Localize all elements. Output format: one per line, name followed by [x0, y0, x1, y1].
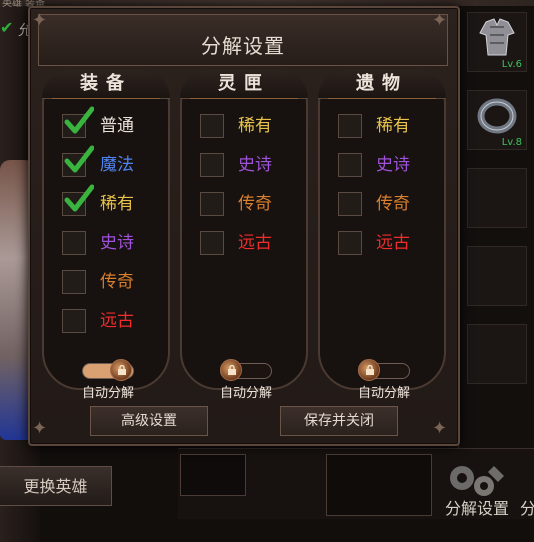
checkbox[interactable]: [200, 153, 224, 177]
corner-ornament-icon: ✦: [32, 10, 48, 31]
corner-ornament-icon: ✦: [432, 10, 448, 31]
inventory-slot-empty[interactable]: [467, 246, 527, 306]
rarity-option[interactable]: 远古: [62, 309, 162, 337]
inventory-slot-armor[interactable]: Lv.6: [467, 12, 527, 72]
checkbox[interactable]: [62, 231, 86, 255]
checkbox[interactable]: [62, 309, 86, 333]
lock-icon: [366, 365, 374, 375]
rarity-label: 史诗: [376, 155, 410, 175]
checkbox[interactable]: [200, 231, 224, 255]
inventory-panel: Lv.6 Lv.8: [458, 8, 534, 458]
column-title-divider: [52, 98, 160, 99]
rarity-label: 远古: [100, 311, 134, 331]
background-check-icon: ✔: [0, 18, 14, 37]
column-title: 遗物: [318, 70, 446, 99]
column-title-divider: [328, 98, 436, 99]
advanced-settings-button[interactable]: 高级设置: [90, 406, 208, 436]
rarity-option[interactable]: 稀有: [62, 184, 162, 220]
lock-icon: [118, 365, 126, 375]
toggle-label: 自动分解: [219, 386, 272, 401]
rarity-label: 稀有: [100, 194, 134, 214]
rarity-option[interactable]: 传奇: [338, 192, 438, 220]
rarity-label: 稀有: [376, 116, 410, 136]
rarity-label: 普通: [100, 116, 134, 136]
rarity-label: 传奇: [100, 272, 134, 292]
rarity-option[interactable]: 稀有: [200, 114, 300, 142]
checkbox[interactable]: [62, 270, 86, 294]
check-icon: [64, 184, 94, 212]
rarity-label: 稀有: [238, 116, 272, 136]
checkbox[interactable]: [200, 114, 224, 138]
column-spirit-box: 灵匣 稀有史诗传奇远古 自动分解: [180, 70, 308, 401]
rarity-option[interactable]: 史诗: [62, 231, 162, 259]
save-and-close-button[interactable]: 保存并关闭: [280, 406, 398, 436]
dialog-title-bar: 分解设置: [38, 14, 448, 66]
checkbox[interactable]: [338, 153, 362, 177]
rarity-label: 魔法: [100, 155, 134, 175]
checkbox[interactable]: [338, 114, 362, 138]
checkbox[interactable]: [200, 192, 224, 216]
checkbox[interactable]: [338, 192, 362, 216]
decompose-settings-partial: 分: [520, 499, 534, 518]
check-icon: [64, 145, 94, 173]
inventory-level: Lv.6: [501, 59, 522, 70]
rarity-option[interactable]: 传奇: [62, 270, 162, 298]
auto-decompose-toggle[interactable]: [358, 359, 410, 381]
check-icon: [64, 106, 94, 134]
armor-icon: [479, 18, 515, 56]
decompose-settings-dialog: 分解设置 ✦ ✦ ✦ ✦ 装备 普通 魔法 稀有 史诗 传奇 远古 自动分解 灵匣 稀有史…: [28, 6, 460, 446]
corner-ornament-icon: ✦: [32, 418, 48, 439]
column-title-divider: [190, 98, 298, 99]
rarity-option[interactable]: 史诗: [338, 153, 438, 181]
rarity-option[interactable]: 普通: [62, 106, 162, 142]
inventory-level: Lv.8: [501, 137, 522, 148]
inventory-slot-ring[interactable]: Lv.8: [467, 90, 527, 150]
ring-icon: [477, 98, 517, 134]
auto-decompose-toggle[interactable]: [82, 359, 134, 381]
toggle-knob: [358, 359, 380, 381]
rarity-option[interactable]: 史诗: [200, 153, 300, 181]
toggle-label: 自动分解: [357, 386, 410, 401]
rarity-option[interactable]: 远古: [200, 231, 300, 259]
rarity-label: 远古: [238, 233, 272, 253]
bottom-slot-large: [326, 454, 432, 516]
change-hero-button[interactable]: 更换英雄: [0, 466, 112, 506]
column-equipment: 装备 普通魔法稀有史诗传奇远古 自动分解: [42, 70, 170, 401]
toggle-label: 自动分解: [81, 386, 134, 401]
inventory-slot-empty[interactable]: [467, 324, 527, 384]
toggle-knob: [110, 359, 132, 381]
corner-ornament-icon: ✦: [432, 418, 448, 439]
rarity-option[interactable]: 魔法: [62, 145, 162, 181]
auto-decompose-toggle[interactable]: [220, 359, 272, 381]
rarity-label: 史诗: [238, 155, 272, 175]
decompose-settings-button[interactable]: 分解设置: [440, 495, 514, 519]
rarity-label: 史诗: [100, 233, 134, 253]
toggle-knob: [220, 359, 242, 381]
dialog-title: 分解设置: [201, 34, 285, 58]
bottom-slot: [180, 454, 246, 496]
rarity-label: 远古: [376, 233, 410, 253]
lock-icon: [228, 365, 236, 375]
column-title: 灵匣: [180, 70, 308, 99]
column-relic: 遗物 稀有史诗传奇远古 自动分解: [318, 70, 446, 401]
rarity-option[interactable]: 远古: [338, 231, 438, 259]
column-title: 装备: [42, 70, 170, 99]
rarity-option[interactable]: 传奇: [200, 192, 300, 220]
rarity-label: 传奇: [238, 194, 272, 214]
inventory-slot-empty[interactable]: [467, 168, 527, 228]
rarity-label: 传奇: [376, 194, 410, 214]
checkbox[interactable]: [338, 231, 362, 255]
rarity-option[interactable]: 稀有: [338, 114, 438, 142]
